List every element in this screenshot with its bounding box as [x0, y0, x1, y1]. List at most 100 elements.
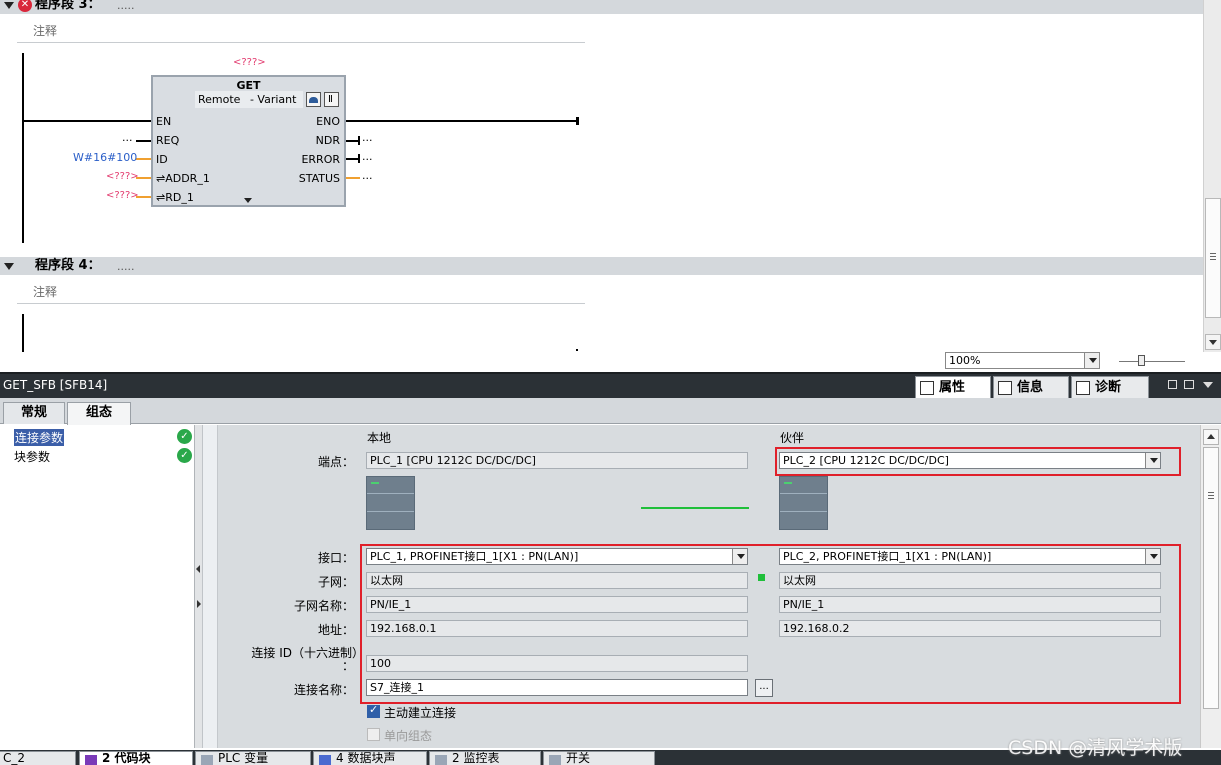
tab-properties[interactable]: 属性: [915, 376, 991, 400]
connection-name-label: 连接名称：: [293, 683, 354, 697]
zoom-slider-thumb[interactable]: [1138, 355, 1145, 366]
pin-error[interactable]: ERROR: [301, 153, 340, 166]
partner-interface-value: PLC_2, PROFINET接口_1[X1 : PN(LAN)]: [783, 550, 992, 563]
task-watch-table[interactable]: 2 监控表: [429, 751, 541, 765]
local-address-field: 192.168.0.1: [366, 620, 748, 637]
nav-item-block-params[interactable]: 块参数: [14, 448, 50, 465]
id-wire: [136, 158, 151, 160]
nav-item-connection-params[interactable]: 连接参数: [14, 429, 65, 446]
pin-rd-1[interactable]: ⇌RD_1: [156, 191, 194, 204]
get-function-block[interactable]: GET Remote - Variant Ⅱ EN REQ ID ⇌ADDR_1…: [151, 75, 346, 207]
scroll-down-button[interactable]: [1205, 334, 1221, 350]
one-way-checkbox: [367, 728, 380, 741]
info-icon: [998, 381, 1012, 395]
collapse-left-icon[interactable]: [196, 565, 200, 573]
connection-config-panel: 本地 伙伴 端点： PLC_1 [CPU 1212C DC/DC/DC] PLC…: [203, 425, 1200, 748]
error-value[interactable]: ...: [362, 150, 373, 163]
active-connection-checkbox[interactable]: [367, 703, 380, 718]
req-value[interactable]: ...: [122, 131, 133, 144]
inspector-subtabs: 常规 组态: [0, 398, 1221, 425]
expand-right-icon[interactable]: [197, 600, 201, 608]
network-title-placeholder[interactable]: .....: [117, 259, 134, 275]
status-value[interactable]: ...: [362, 169, 373, 182]
fb-variant[interactable]: Remote - Variant: [195, 91, 303, 108]
id-value[interactable]: W#16#100: [73, 151, 137, 164]
chevron-down-icon[interactable]: [732, 549, 747, 564]
power-rail: [22, 53, 24, 243]
pin-status[interactable]: STATUS: [299, 172, 340, 185]
collapse-arrow-icon[interactable]: [4, 263, 14, 270]
ndr-value[interactable]: ...: [362, 131, 373, 144]
pin-en[interactable]: EN: [156, 115, 171, 128]
endpoint-label: 端点：: [317, 455, 354, 469]
pin-id[interactable]: ID: [156, 153, 168, 166]
pin-eno[interactable]: ENO: [316, 115, 340, 128]
subtab-general[interactable]: 常规: [3, 402, 65, 424]
partner-interface-select[interactable]: PLC_2, PROFINET接口_1[X1 : PN(LAN)]: [779, 548, 1161, 565]
zoom-value: 100%: [949, 354, 981, 367]
code-block-icon: [85, 755, 97, 765]
check-ok-icon: ✓: [177, 448, 192, 463]
subnet-link-icon: [758, 574, 765, 581]
zoom-select[interactable]: 100%: [945, 352, 1100, 369]
local-subnet-field: 以太网: [366, 572, 748, 589]
network-title: 程序段 4：: [35, 258, 101, 273]
rd-value[interactable]: <???>: [106, 190, 139, 201]
connection-name-field[interactable]: S7_连接_1: [366, 679, 748, 696]
task-plc-tags[interactable]: PLC 变量: [195, 751, 311, 765]
address-label: 地址：: [317, 623, 354, 637]
task-code-blocks[interactable]: 2 代码块: [79, 751, 193, 765]
tab-info[interactable]: 信息: [993, 376, 1069, 400]
restore-icon[interactable]: [1168, 380, 1177, 389]
scroll-thumb[interactable]: [1203, 447, 1219, 709]
config-navigation: 连接参数 ✓ 块参数 ✓: [0, 425, 195, 748]
pin-req[interactable]: REQ: [156, 134, 179, 147]
instance-placeholder[interactable]: <???>: [233, 57, 266, 68]
network-3-header[interactable]: ✕ 程序段 3： .....: [0, 0, 1203, 14]
local-endpoint-field: PLC_1 [CPU 1212C DC/DC/DC]: [366, 452, 748, 469]
chevron-down-icon[interactable]: [1145, 549, 1160, 564]
expand-pins-icon[interactable]: [244, 198, 252, 203]
subtab-configuration[interactable]: 组态: [67, 402, 131, 425]
config-scrollbar[interactable]: [1200, 425, 1221, 748]
layout-icon[interactable]: [1184, 380, 1194, 389]
tab-diagnostics[interactable]: 诊断: [1071, 376, 1149, 400]
local-header: 本地: [367, 431, 392, 445]
diagnostics-icon[interactable]: Ⅱ: [324, 92, 339, 107]
network-title-placeholder[interactable]: .....: [117, 0, 134, 14]
task-label: 4 数据块声: [336, 751, 396, 765]
wire-end: [576, 349, 578, 351]
pin-ndr[interactable]: NDR: [316, 134, 340, 147]
pin-addr-1[interactable]: ⇌ADDR_1: [156, 172, 210, 185]
local-interface-select[interactable]: PLC_1, PROFINET接口_1[X1 : PN(LAN)]: [366, 548, 748, 565]
addr-value[interactable]: <???>: [106, 171, 139, 182]
connection-config-icon[interactable]: [306, 92, 321, 107]
task-data-blocks[interactable]: 4 数据块声: [313, 751, 427, 765]
editor-scrollbar[interactable]: [1203, 0, 1221, 352]
task-c2[interactable]: C_2: [0, 751, 76, 765]
partner-address-field: 192.168.0.2: [779, 620, 1161, 637]
active-connection-label: 主动建立连接: [384, 706, 457, 720]
zoom-slider[interactable]: [1119, 361, 1185, 362]
connection-link-line: [641, 507, 749, 509]
scroll-up-button[interactable]: [1203, 429, 1219, 445]
browse-connection-button[interactable]: ...: [755, 679, 773, 697]
connection-id-colon: ：: [341, 659, 354, 673]
network-4-header[interactable]: 程序段 4： .....: [0, 257, 1203, 275]
chevron-down-icon[interactable]: [1084, 353, 1099, 368]
network-comment[interactable]: 注释: [17, 282, 585, 304]
task-label: PLC 变量: [218, 751, 269, 765]
task-label: 2 监控表: [452, 751, 500, 765]
task-switch[interactable]: 开关: [543, 751, 655, 765]
collapse-arrow-icon[interactable]: [4, 2, 14, 9]
partner-endpoint-highlight: [775, 447, 1181, 476]
connection-id-field[interactable]: 100: [366, 655, 748, 672]
scroll-thumb[interactable]: [1205, 198, 1221, 318]
power-rail: [22, 314, 24, 352]
network-title: 程序段 3：: [35, 0, 101, 12]
network-comment[interactable]: 注释: [17, 21, 585, 43]
one-way-label: 单向组态: [384, 729, 433, 743]
chevron-down-icon[interactable]: [1203, 382, 1213, 388]
pane-splitter[interactable]: [195, 425, 203, 748]
interface-label: 接口：: [317, 551, 354, 565]
